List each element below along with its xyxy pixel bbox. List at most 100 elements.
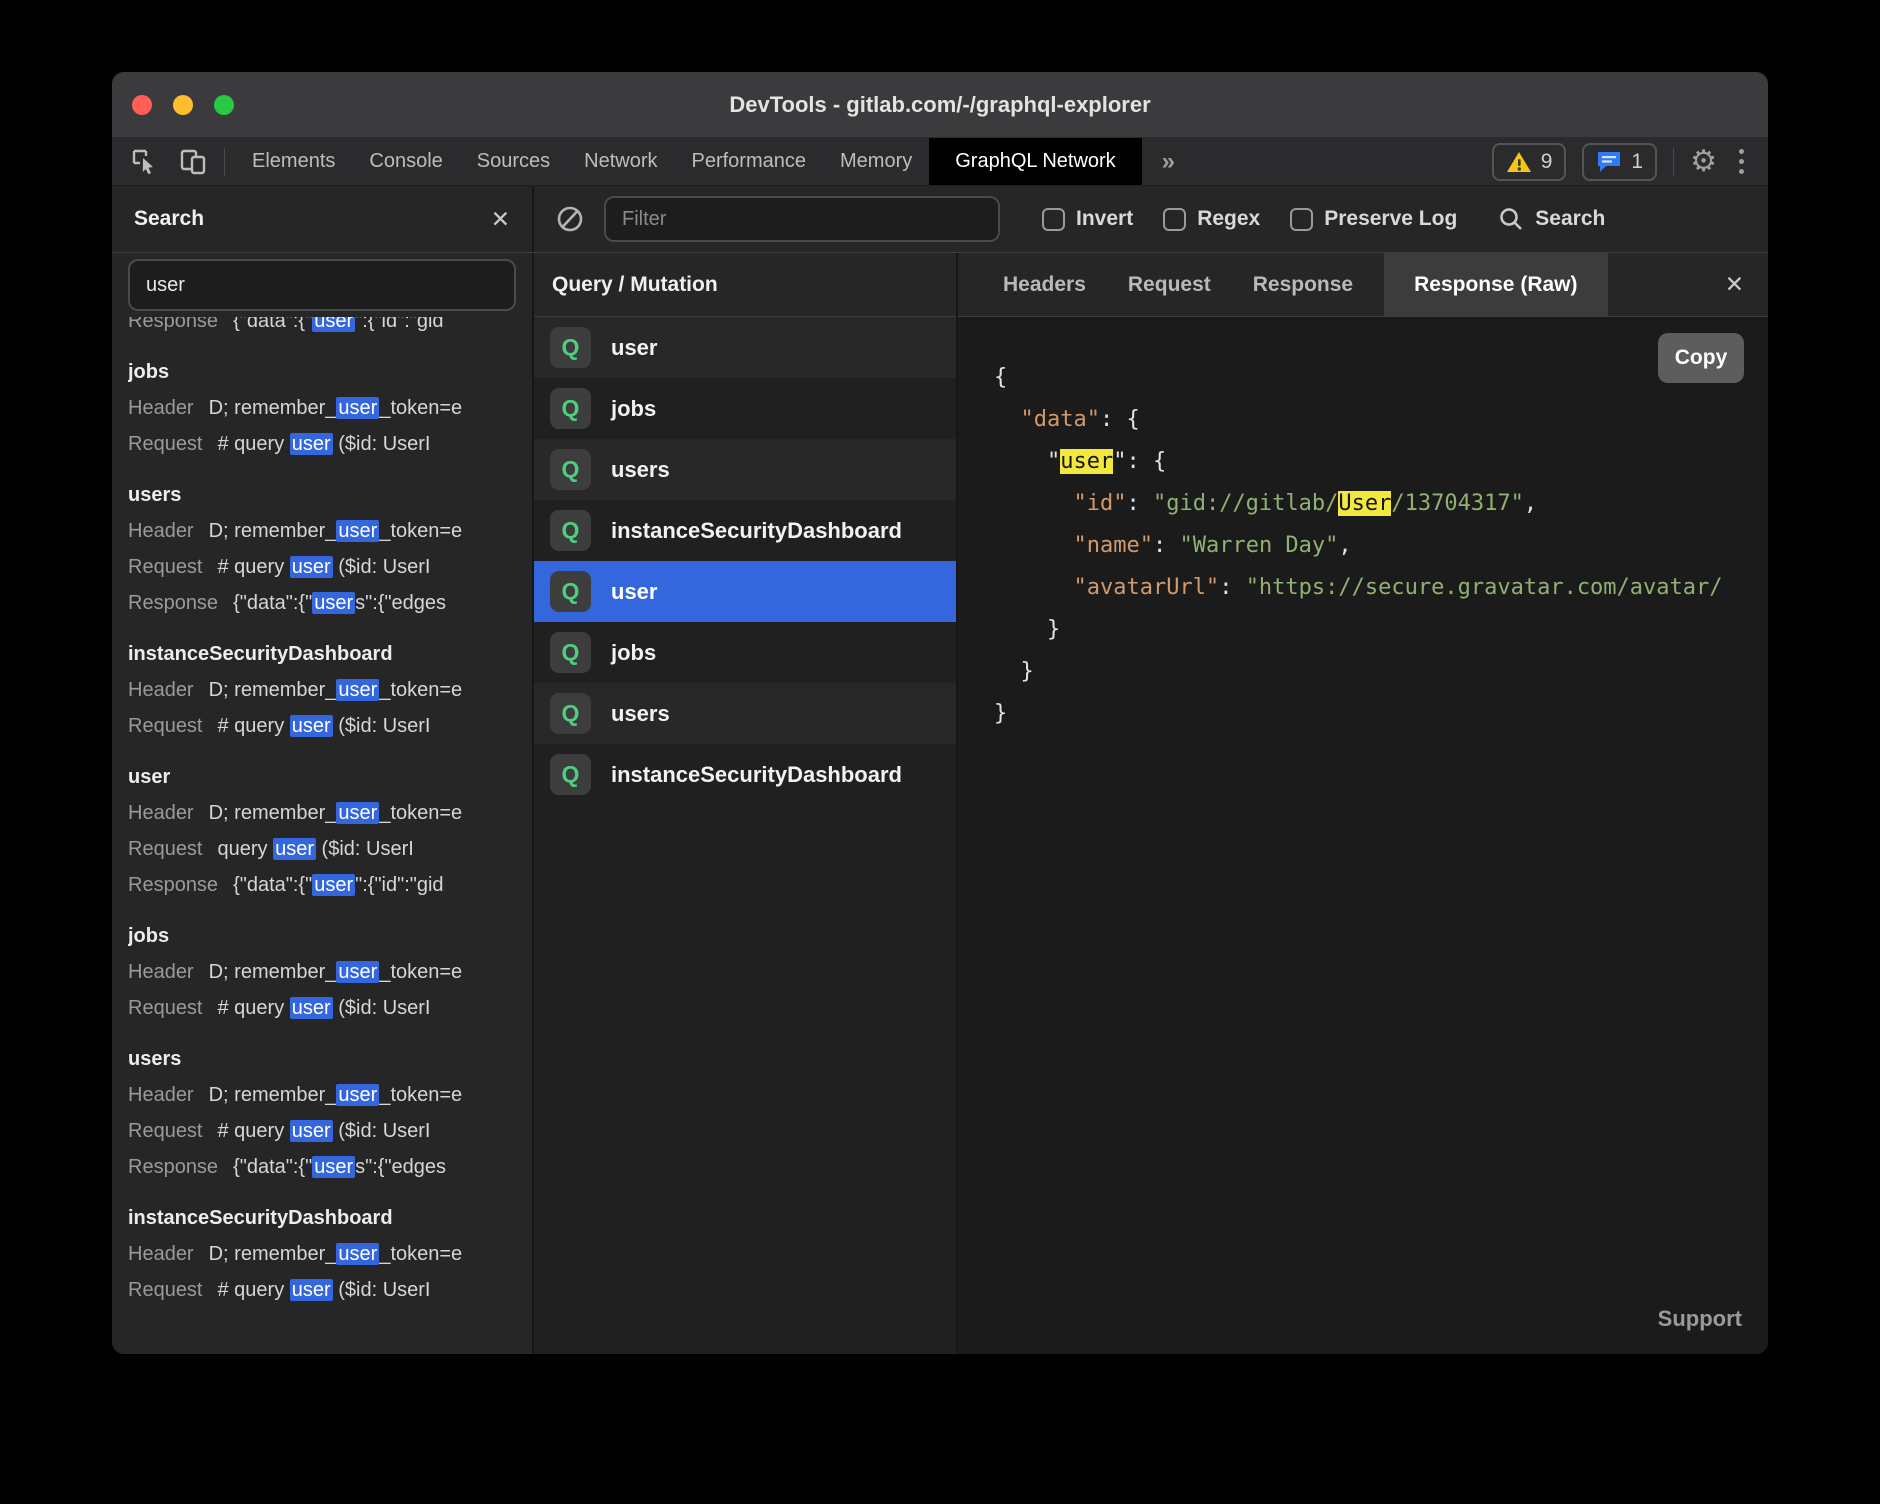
result-row-label: Header <box>128 961 194 983</box>
search-result-row[interactable]: Response{"data":{"users":{"edges <box>128 585 516 621</box>
tab-graphql-network[interactable]: GraphQL Network <box>929 138 1141 185</box>
search-result-row[interactable]: HeaderD; remember_user_token=e <box>128 513 516 549</box>
search-result-row[interactable]: HeaderD; remember_user_token=e <box>128 954 516 990</box>
result-row-label: Response <box>128 317 218 332</box>
search-result-row[interactable]: HeaderD; remember_user_token=e <box>128 795 516 831</box>
result-highlight: user <box>312 592 355 614</box>
query-row-label: jobs <box>611 640 656 666</box>
search-result-row[interactable]: Request# query user ($id: UserI <box>128 426 516 462</box>
search-result-title: instanceSecurityDashboard <box>128 636 516 672</box>
inspect-element-icon[interactable] <box>130 147 160 177</box>
query-row-users[interactable]: Qusers <box>534 683 956 744</box>
more-tabs-button[interactable]: » <box>1142 138 1195 185</box>
query-row-user[interactable]: Quser <box>534 317 956 378</box>
search-result-row[interactable]: Request# query user ($id: UserI <box>128 549 516 585</box>
query-row-jobs[interactable]: Qjobs <box>534 622 956 683</box>
json-line: } <box>994 651 1768 693</box>
tab-response[interactable]: Response <box>1232 253 1374 316</box>
result-text: ($id: UserI <box>333 1279 431 1301</box>
query-row-instanceSecurityDashboard[interactable]: QinstanceSecurityDashboard <box>534 500 956 561</box>
tab-performance[interactable]: Performance <box>675 138 824 185</box>
result-row-label: Header <box>128 1084 194 1106</box>
main-area: Response{"data":{"user":{"id":"gid jobs He… <box>112 253 1768 1354</box>
block-icon[interactable] <box>554 203 586 235</box>
json-line: "user": { <box>994 441 1768 483</box>
query-type-badge: Q <box>550 693 591 734</box>
query-row-jobs[interactable]: Qjobs <box>534 378 956 439</box>
result-row-label: Request <box>128 1279 203 1301</box>
search-result-row[interactable]: HeaderD; remember_user_token=e <box>128 390 516 426</box>
query-rows: QuserQjobsQusersQinstanceSecurityDashboa… <box>534 317 956 805</box>
titlebar: DevTools - gitlab.com/-/graphql-explorer <box>112 72 1768 138</box>
search-result-row[interactable]: HeaderD; remember_user_token=e <box>128 672 516 708</box>
tab-memory[interactable]: Memory <box>823 138 929 185</box>
settings-gear-icon[interactable]: ⚙ <box>1690 147 1717 177</box>
copy-button[interactable]: Copy <box>1658 333 1744 383</box>
search-result-row[interactable]: Requestquery user ($id: UserI <box>128 831 516 867</box>
result-text: # query <box>218 433 290 455</box>
search-result-row[interactable]: HeaderD; remember_user_token=e <box>128 1236 516 1272</box>
checkbox-box[interactable] <box>1163 208 1186 231</box>
checkbox-preserve-log[interactable]: Preserve Log <box>1290 207 1457 231</box>
search-result-row[interactable]: Request# query user ($id: UserI <box>128 1272 516 1308</box>
network-search-button[interactable]: Search <box>1497 205 1605 233</box>
result-text: {"data":{" <box>233 592 312 614</box>
warnings-badge[interactable]: 9 <box>1492 143 1567 181</box>
result-text: # query <box>218 1279 290 1301</box>
kebab-menu-icon[interactable] <box>1733 149 1750 174</box>
tab-network[interactable]: Network <box>567 138 674 185</box>
json-highlight: ": { <box>1113 449 1166 474</box>
result-text: # query <box>218 997 290 1019</box>
checkbox-box[interactable] <box>1042 208 1065 231</box>
json-highlight: : <box>1126 491 1153 516</box>
support-link[interactable]: Support <box>1658 1298 1742 1340</box>
json-highlight: } <box>994 617 1060 642</box>
result-row-label: Request <box>128 433 203 455</box>
search-result-row[interactable]: Response{"data":{"user":{"id":"gid <box>128 867 516 903</box>
checkbox-regex[interactable]: Regex <box>1163 207 1260 231</box>
tab-headers[interactable]: Headers <box>982 253 1107 316</box>
search-result-row[interactable]: Response{"data":{"users":{"edges <box>128 1149 516 1185</box>
result-row-label: Header <box>128 802 194 824</box>
query-row-users[interactable]: Qusers <box>534 439 956 500</box>
checkbox-invert[interactable]: Invert <box>1042 207 1133 231</box>
device-toolbar-icon[interactable] <box>178 147 208 177</box>
json-highlight: /13704317" <box>1391 491 1523 516</box>
query-row-instanceSecurityDashboard[interactable]: QinstanceSecurityDashboard <box>534 744 956 805</box>
tab-request[interactable]: Request <box>1107 253 1232 316</box>
result-text: D; remember_ <box>209 397 337 419</box>
tab-sources[interactable]: Sources <box>460 138 567 185</box>
json-highlight: : <box>1153 533 1180 558</box>
tab-console[interactable]: Console <box>352 138 459 185</box>
result-highlight: user <box>312 1156 355 1178</box>
result-row-label: Request <box>128 1120 203 1142</box>
result-text: _token=e <box>379 961 462 983</box>
result-highlight: user <box>336 397 379 419</box>
search-result-row[interactable]: Response{"data":{"user":{"id":"gid <box>128 317 516 339</box>
search-result-row[interactable]: Request# query user ($id: UserI <box>128 1113 516 1149</box>
json-line: "avatarUrl": "https://secure.gravatar.co… <box>994 567 1768 609</box>
result-text: {"data":{" <box>233 874 312 896</box>
json-line: "data": { <box>994 399 1768 441</box>
tab-response-raw[interactable]: Response (Raw) <box>1384 253 1607 316</box>
filter-input[interactable] <box>604 196 1000 242</box>
checkbox-box[interactable] <box>1290 208 1313 231</box>
result-row-label: Header <box>128 520 194 542</box>
result-text: ($id: UserI <box>333 556 431 578</box>
search-result-row[interactable]: Request# query user ($id: UserI <box>128 990 516 1026</box>
result-text: _token=e <box>379 1084 462 1106</box>
tab-elements[interactable]: Elements <box>235 138 352 185</box>
search-result-row[interactable]: HeaderD; remember_user_token=e <box>128 1077 516 1113</box>
issues-badge[interactable]: 1 <box>1582 143 1657 181</box>
warning-icon <box>1506 150 1532 174</box>
search-input[interactable] <box>128 259 516 311</box>
response-raw-view: Copy { "data": { "user": { "id": "gid://… <box>958 317 1768 1354</box>
detail-close-icon[interactable]: ✕ <box>1725 273 1744 296</box>
checkbox-label: Preserve Log <box>1324 207 1457 231</box>
query-row-label: users <box>611 457 670 483</box>
query-row-user[interactable]: Quser <box>534 561 956 622</box>
warnings-count: 9 <box>1541 150 1553 174</box>
result-text: ($id: UserI <box>333 715 431 737</box>
search-result-row[interactable]: Request# query user ($id: UserI <box>128 708 516 744</box>
search-close-icon[interactable]: ✕ <box>491 208 510 231</box>
